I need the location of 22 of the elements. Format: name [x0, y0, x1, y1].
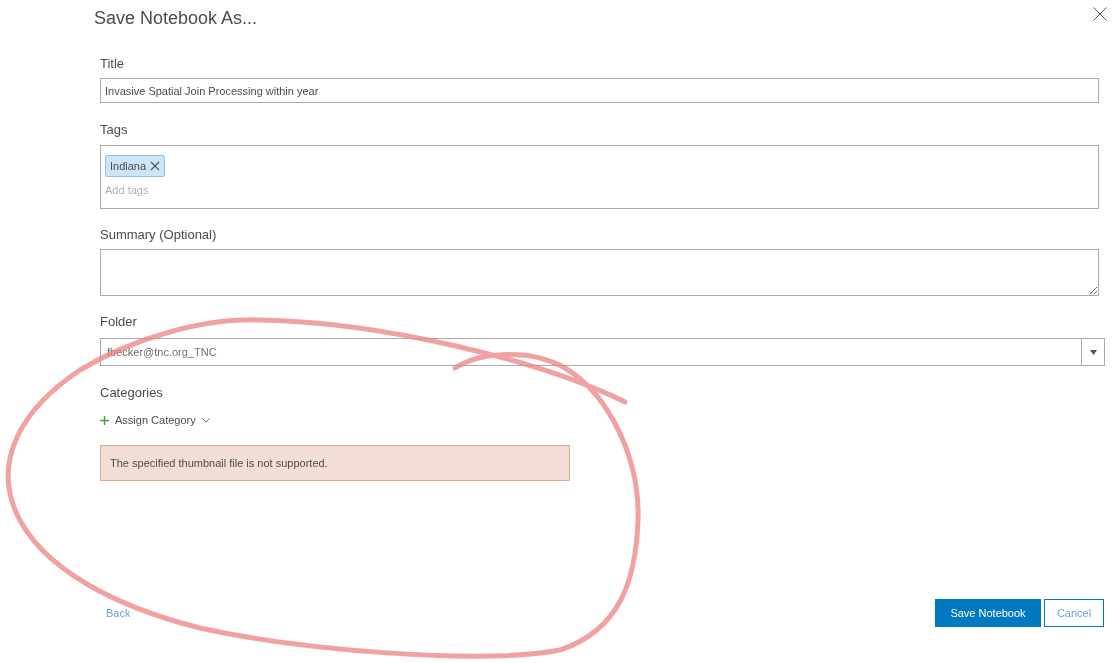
tag-text: Indiana — [110, 158, 147, 174]
assign-category-button[interactable]: Assign Category — [100, 412, 210, 428]
title-field[interactable]: Invasive Spatial Join Processing within year — [100, 78, 1099, 103]
field-label: Categories — [100, 385, 163, 401]
save-notebook-button[interactable]: Save Notebook — [935, 599, 1041, 627]
tags-field[interactable]: Indiana Add tags — [100, 145, 1099, 209]
field-label: Title — [100, 56, 126, 72]
field-label: Folder — [100, 314, 138, 330]
summary-field[interactable] — [100, 249, 1099, 296]
add-tags-input[interactable]: Add tags — [105, 181, 405, 199]
field-label: Tags — [100, 122, 129, 138]
error-alert: The specified thumbnail file is not supported. — [100, 445, 570, 481]
back-link[interactable]: Back — [106, 604, 131, 622]
remove-tag-icon[interactable] — [150, 161, 161, 171]
dialog-title: Save Notebook As... — [94, 6, 258, 30]
close-icon — [1093, 7, 1107, 21]
field-label: Summary (Optional) — [100, 227, 218, 243]
caret-down-icon — [1089, 349, 1097, 355]
chevron-down-icon — [201, 417, 210, 423]
close-button[interactable] — [1093, 7, 1107, 21]
plus-icon — [100, 415, 109, 425]
cancel-button[interactable]: Cancel — [1044, 599, 1104, 627]
